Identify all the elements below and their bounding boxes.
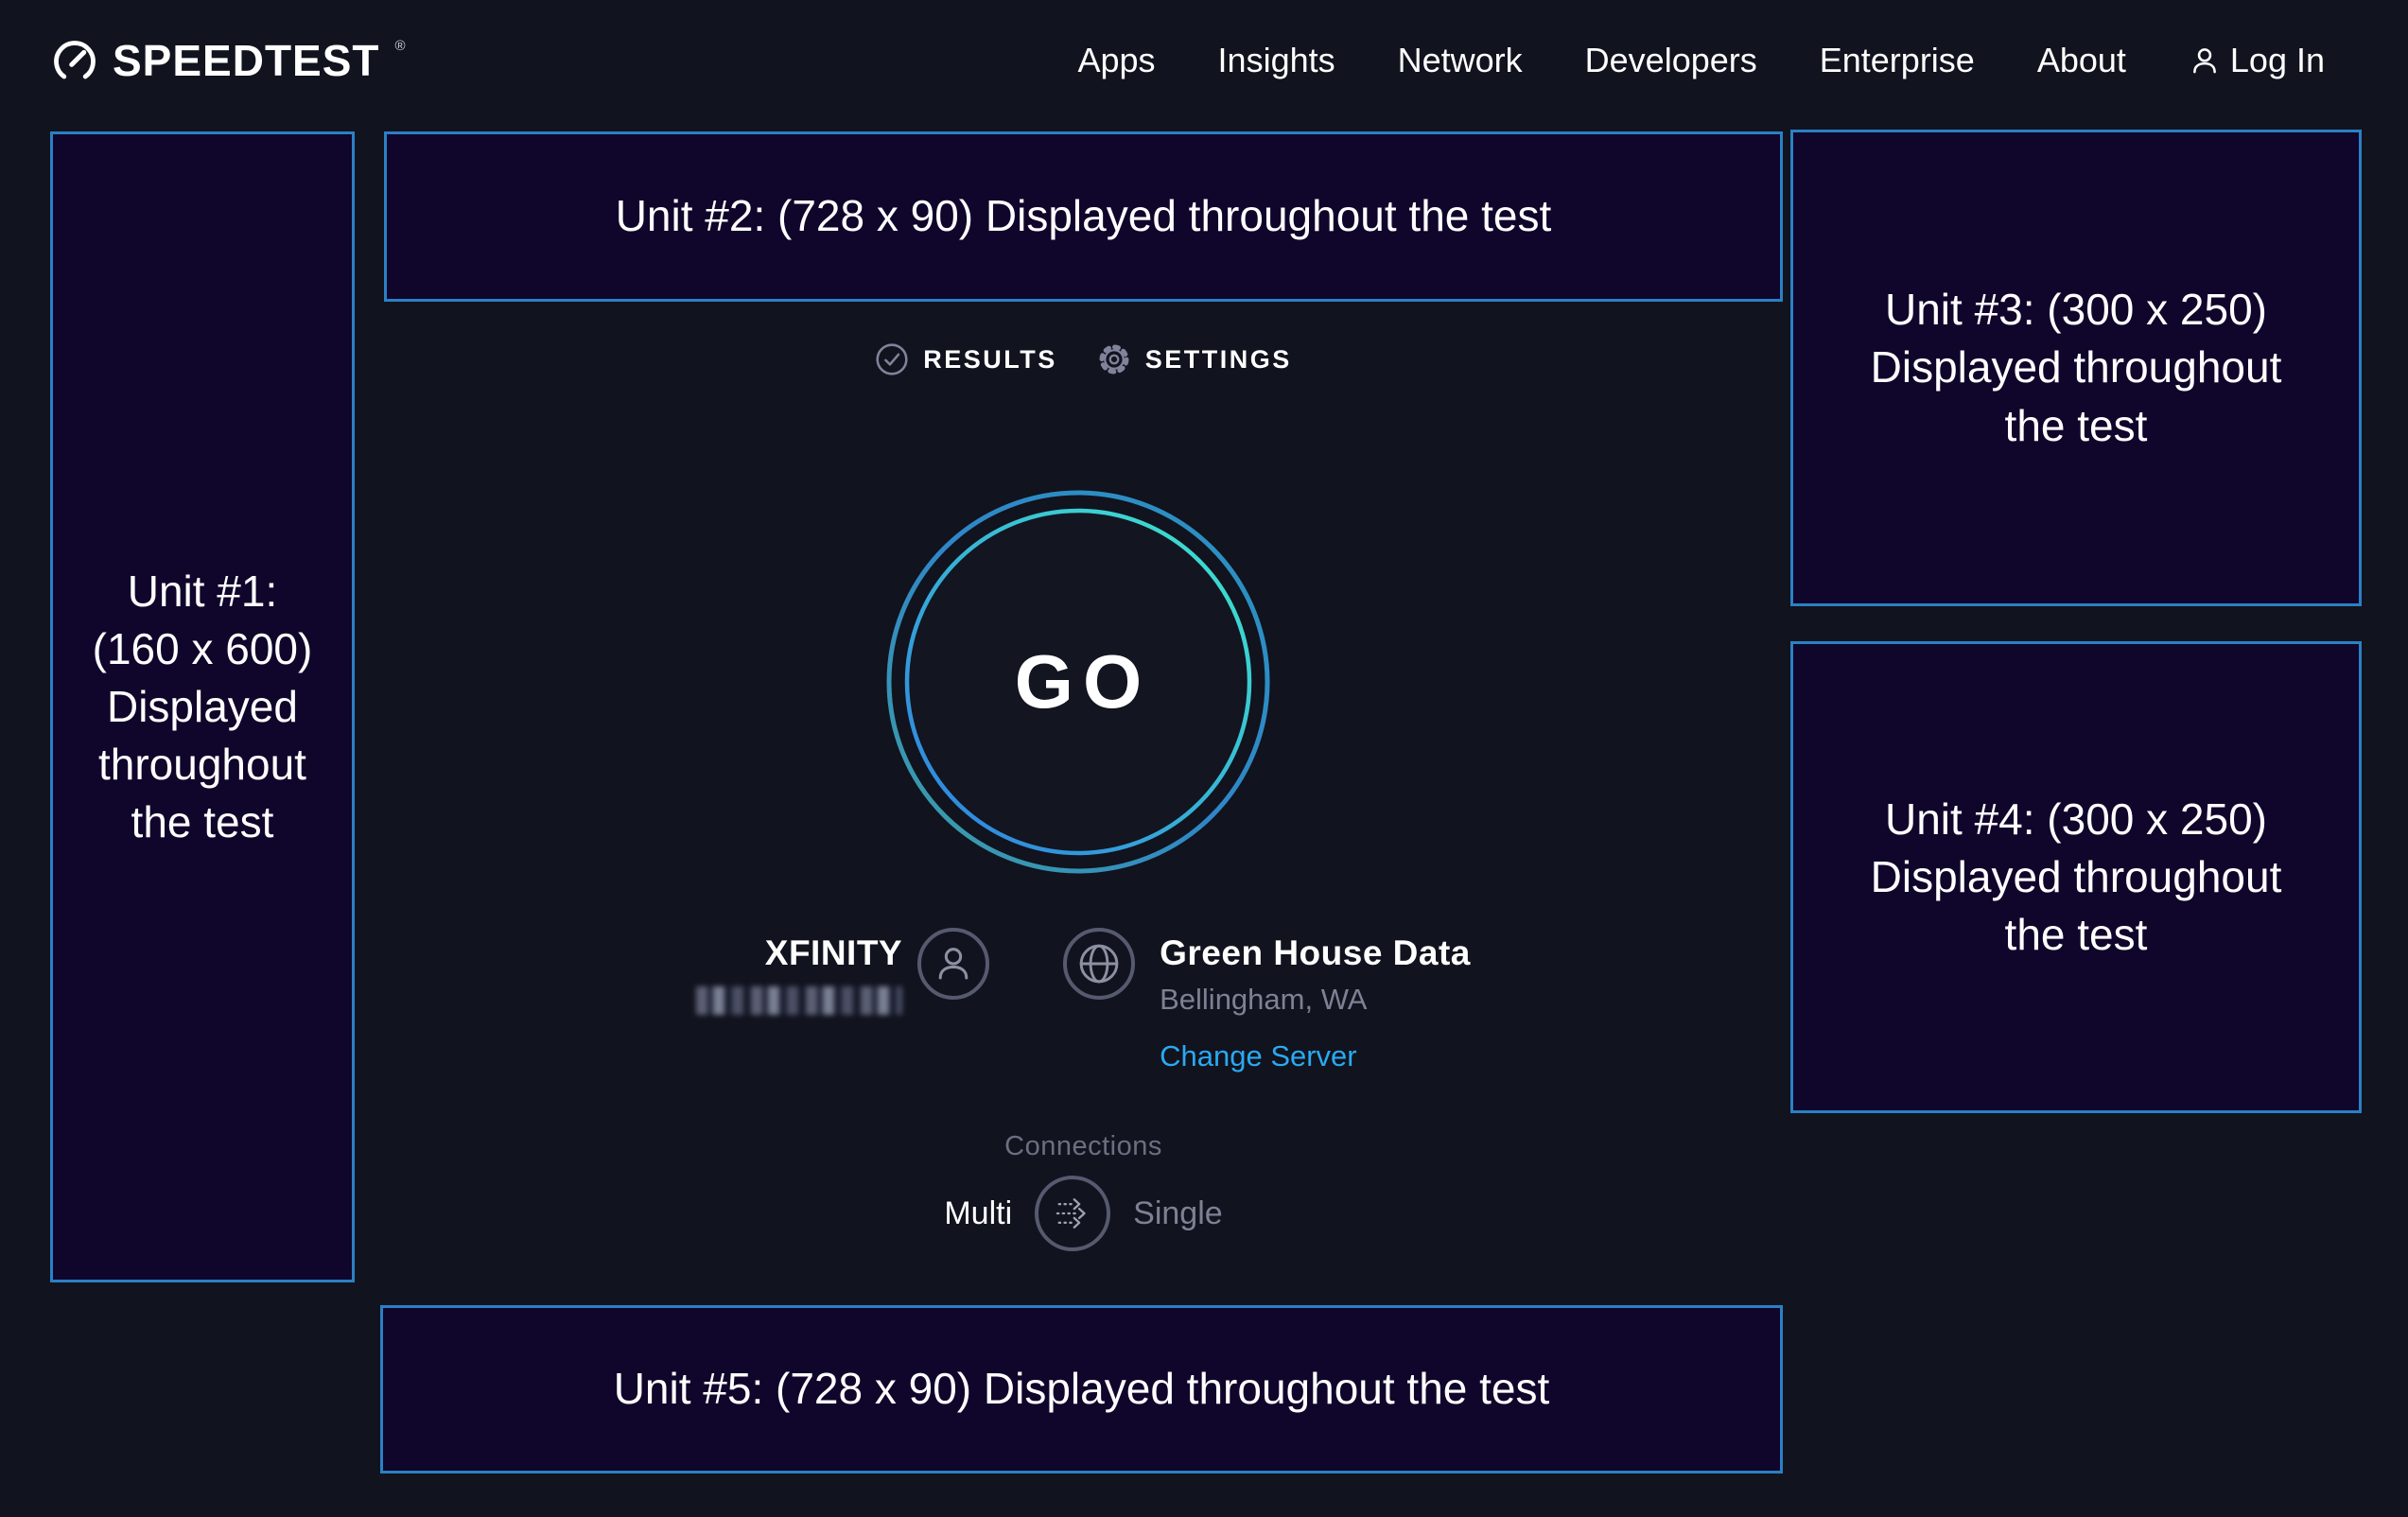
multi-connections-icon[interactable] <box>1035 1176 1110 1251</box>
ad-unit-2-text: Unit #2: (728 x 90) Displayed throughout… <box>616 187 1552 245</box>
ad-unit-4-rectangle[interactable]: Unit #4: (300 x 250) Displayed throughou… <box>1790 641 2362 1113</box>
nav-item-network[interactable]: Network <box>1398 41 1523 80</box>
nav-item-enterprise[interactable]: Enterprise <box>1820 41 1975 80</box>
isp-name: XFINITY <box>696 933 902 973</box>
ad-unit-3-text: Unit #3: (300 x 250) Displayed throughou… <box>1871 281 2282 455</box>
connection-info-row: XFINITY Green House Data Belling <box>384 928 1783 1073</box>
connections-toggle: Multi Single <box>384 1176 1783 1251</box>
isp-text: XFINITY <box>696 933 902 1015</box>
connections-label: Connections <box>384 1131 1783 1162</box>
ad-unit-4-text: Unit #4: (300 x 250) Displayed throughou… <box>1871 791 2282 965</box>
globe-icon[interactable] <box>1063 928 1135 1000</box>
go-button[interactable]: GO <box>884 488 1272 876</box>
ad-unit-1-skyscraper[interactable]: Unit #1: (160 x 600) Displayed throughou… <box>50 131 355 1282</box>
ad-unit-1-text: Unit #1: (160 x 600) Displayed throughou… <box>93 563 313 852</box>
top-nav-bar: SPEEDTEST ® Apps Insights Network Develo… <box>0 0 2408 121</box>
nav-links: Apps Insights Network Developers Enterpr… <box>1077 41 2325 80</box>
ad-unit-5-leaderboard[interactable]: Unit #5: (728 x 90) Displayed throughout… <box>380 1305 1783 1473</box>
connections-single-option[interactable]: Single <box>1133 1195 1223 1232</box>
results-settings-tabs: RESULTS SETTINGS <box>384 342 1783 376</box>
connections-section: Connections Multi Single <box>384 1131 1783 1251</box>
server-location: Bellingham, WA <box>1160 983 1471 1017</box>
login-button[interactable]: Log In <box>2189 41 2325 80</box>
check-circle-icon <box>875 342 909 376</box>
tab-settings[interactable]: SETTINGS <box>1097 342 1292 376</box>
go-button-label: GO <box>884 488 1272 876</box>
login-label: Log In <box>2230 41 2325 80</box>
nav-item-about[interactable]: About <box>2037 41 2126 80</box>
ad-unit-2-leaderboard[interactable]: Unit #2: (728 x 90) Displayed throughout… <box>384 131 1783 302</box>
change-server-link[interactable]: Change Server <box>1160 1039 1357 1073</box>
gear-icon <box>1097 342 1131 376</box>
nav-item-apps[interactable]: Apps <box>1077 41 1155 80</box>
speedtest-page: SPEEDTEST ® Apps Insights Network Develo… <box>0 0 2408 1517</box>
results-tab-label: RESULTS <box>923 345 1057 375</box>
logo-wordmark: SPEEDTEST <box>113 39 380 82</box>
connections-multi-option[interactable]: Multi <box>944 1195 1012 1232</box>
redacted-ip-address <box>696 986 902 1015</box>
ad-unit-3-rectangle[interactable]: Unit #3: (300 x 250) Displayed throughou… <box>1790 130 2362 606</box>
user-icon <box>2189 44 2221 77</box>
server-name: Green House Data <box>1160 933 1471 973</box>
ad-unit-5-text: Unit #5: (728 x 90) Displayed throughout… <box>614 1360 1550 1418</box>
settings-tab-label: SETTINGS <box>1145 345 1292 375</box>
isp-user-icon[interactable] <box>917 928 989 1000</box>
nav-item-developers[interactable]: Developers <box>1585 41 1757 80</box>
server-block: Green House Data Bellingham, WA Change S… <box>1063 928 1471 1073</box>
isp-block: XFINITY <box>696 928 989 1015</box>
trademark-symbol: ® <box>395 38 406 54</box>
speedometer-gauge-icon <box>50 36 99 85</box>
nav-item-insights[interactable]: Insights <box>1218 41 1335 80</box>
tab-results[interactable]: RESULTS <box>875 342 1057 376</box>
speedtest-logo[interactable]: SPEEDTEST ® <box>50 36 406 85</box>
server-text: Green House Data Bellingham, WA Change S… <box>1160 933 1471 1073</box>
